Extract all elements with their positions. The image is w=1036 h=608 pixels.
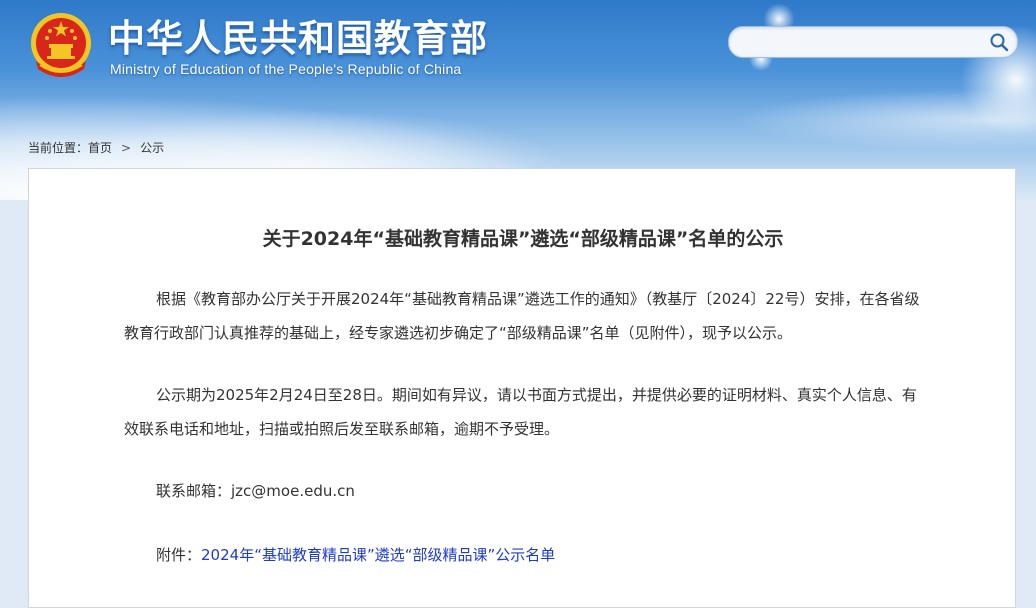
email-label: 联系邮箱：	[156, 482, 232, 500]
site-subtitle: Ministry of Education of the People's Re…	[110, 61, 462, 77]
search-icon[interactable]	[989, 32, 1009, 52]
breadcrumb-current-link[interactable]: 公示	[140, 141, 164, 155]
attachment: 附件：2024年“基础教育精品课”遴选“部级精品课”公示名单	[124, 538, 924, 572]
breadcrumb-home-link[interactable]: 首页	[88, 141, 112, 155]
attachment-label: 附件：	[156, 546, 202, 564]
breadcrumb-label: 当前位置：	[28, 141, 89, 155]
article-paragraph: 公示期为2025年2月24日至28日。期间如有异议，请以书面方式提出，并提供必要…	[124, 386, 917, 438]
national-emblem-icon[interactable]	[28, 11, 94, 81]
article-title: 关于2024年“基础教育精品课”遴选“部级精品课”名单的公示	[262, 228, 784, 250]
email-address: jzc@moe.edu.cn	[231, 482, 355, 500]
contact-email: 联系邮箱：jzc@moe.edu.cn	[124, 474, 924, 508]
search-input[interactable]	[741, 31, 985, 55]
breadcrumb: 当前位置：首页 > 公示	[28, 139, 164, 156]
breadcrumb-separator: >	[121, 141, 132, 155]
article-paragraph: 根据《教育部办公厅关于开展2024年“基础教育精品课”遴选工作的通知》（教基厅〔…	[124, 290, 920, 342]
article-panel: 关于2024年“基础教育精品课”遴选“部级精品课”名单的公示 根据《教育部办公厅…	[28, 168, 1016, 608]
site-title[interactable]: 中华人民共和国教育部	[108, 8, 488, 62]
attachment-link[interactable]: 2024年“基础教育精品课”遴选“部级精品课”公示名单	[201, 546, 555, 564]
search-box	[728, 26, 1018, 58]
